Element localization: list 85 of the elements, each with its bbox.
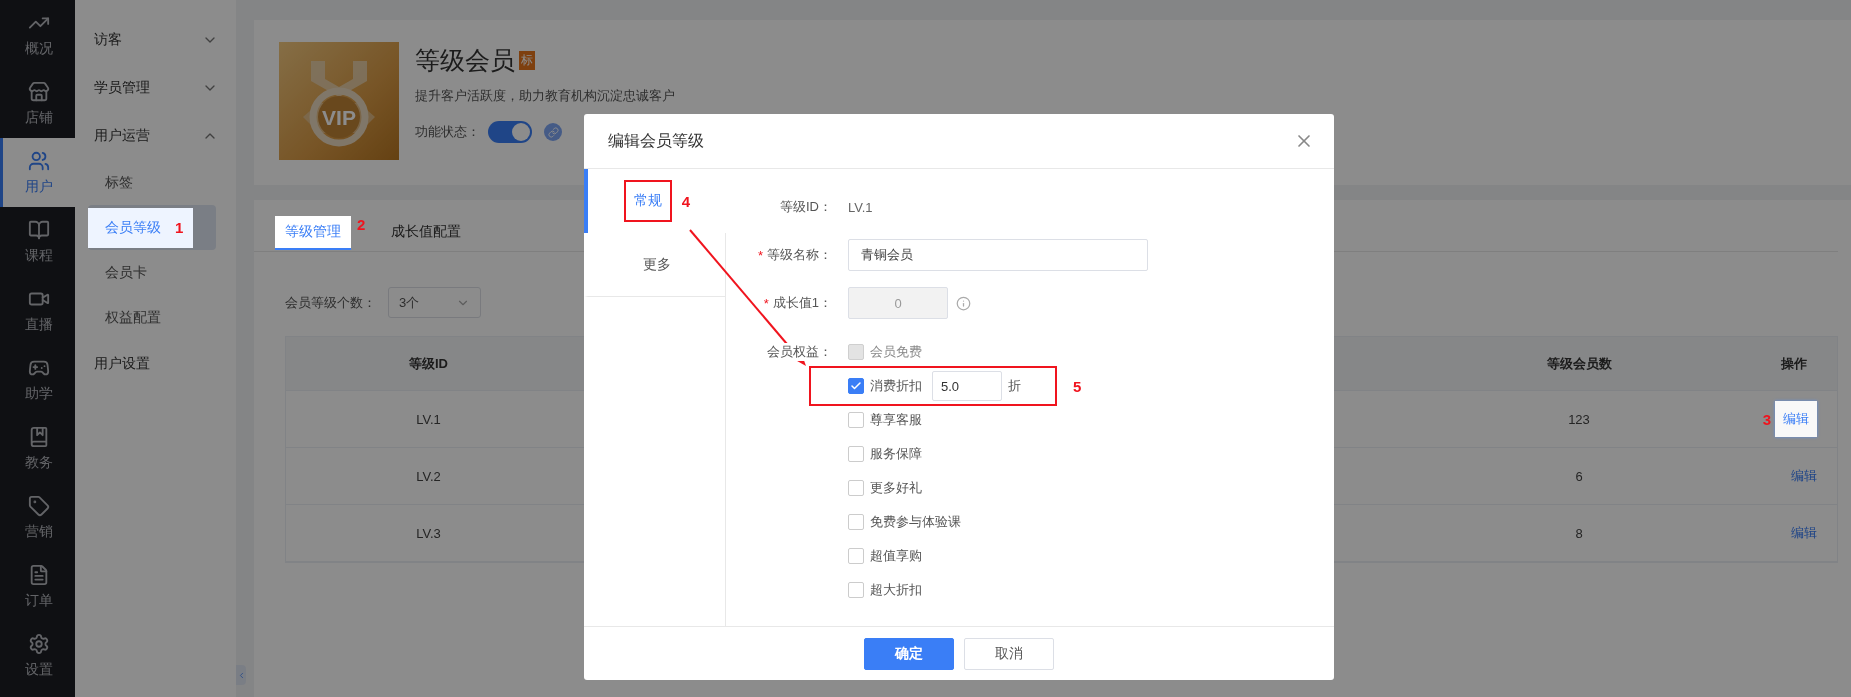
store-icon — [28, 80, 50, 103]
confirm-button[interactable]: 确定 — [864, 637, 954, 670]
page-title: 等级会员 — [415, 45, 515, 76]
standard-badge: 标 — [519, 51, 535, 70]
column-header: 操作 — [1751, 337, 1837, 391]
menu-group[interactable]: 访客 — [75, 16, 236, 64]
checkbox[interactable] — [848, 514, 864, 530]
checkbox-label: 超值享购 — [870, 547, 922, 565]
field-label: 等级名称： — [767, 246, 832, 264]
nav-rail-item[interactable]: 订单 — [0, 552, 75, 621]
info-icon[interactable] — [956, 295, 971, 311]
menu-group[interactable]: 用户设置 — [75, 340, 236, 388]
checkbox-label: 尊享客服 — [870, 411, 922, 429]
table-cell: LV.3 — [286, 505, 571, 562]
checkbox-label: 免费参与体验课 — [870, 513, 961, 531]
annotation-number: 2 — [357, 216, 366, 233]
table-cell: LV.1 — [286, 391, 571, 448]
dialog-tab[interactable]: 常规 — [623, 180, 672, 222]
checkbox[interactable] — [848, 412, 864, 428]
dialog-tab[interactable]: 更多 — [634, 245, 679, 284]
checkbox-label: 服务保障 — [870, 445, 922, 463]
checkbox-label: 会员免费 — [870, 343, 922, 361]
tab[interactable]: 等级管理 — [275, 216, 351, 250]
submenu-item[interactable]: 会员卡 — [88, 252, 157, 293]
checkbox-label: 消费折扣 — [870, 377, 922, 395]
discount-input[interactable]: 5.0 — [932, 371, 1002, 401]
field-value: LV.1 — [848, 199, 873, 215]
checkbox-label: 超大折扣 — [870, 581, 922, 599]
menu-group[interactable]: 用户运营 — [75, 112, 236, 160]
nav-rail-item[interactable]: 直播 — [0, 276, 75, 345]
column-header: 等级会员数 — [1407, 337, 1751, 391]
edit-link[interactable]: 编辑 — [1791, 467, 1817, 485]
nav-rail-item[interactable]: 助学 — [0, 345, 75, 414]
table-cell: 6 — [1407, 448, 1751, 505]
link-icon[interactable] — [544, 123, 562, 141]
nav-rail-item[interactable]: 用户 — [0, 138, 75, 207]
table-cell: LV.2 — [286, 448, 571, 505]
book-icon — [28, 218, 50, 241]
checkbox[interactable] — [848, 548, 864, 564]
nav-rail-item[interactable]: 设置 — [0, 621, 75, 690]
checkbox[interactable] — [848, 480, 864, 496]
checkbox[interactable] — [848, 378, 864, 394]
table-cell: 8 — [1407, 505, 1751, 562]
required-mark: * — [763, 295, 769, 311]
status-label: 功能状态： — [415, 123, 480, 141]
edit-link[interactable]: 编辑 — [1791, 524, 1817, 542]
annotation-number: 5 — [1073, 377, 1082, 395]
annotation-number: 3 — [1762, 410, 1771, 428]
check-icon — [850, 380, 862, 392]
annotation-number: 1 — [175, 219, 184, 236]
submenu-item[interactable]: 权益配置 — [88, 297, 171, 338]
tab[interactable]: 成长值配置 — [381, 216, 472, 250]
users-icon — [28, 149, 50, 172]
submenu-item[interactable]: 标签 — [88, 162, 143, 203]
submenu-item[interactable]: 会员等级 1 — [88, 207, 194, 248]
column-header: 等级ID — [286, 337, 571, 391]
edit-link[interactable]: 编辑 — [1775, 401, 1817, 437]
nav-rail-item[interactable]: 营销 — [0, 483, 75, 552]
gear-icon — [28, 632, 50, 655]
checkbox-label: 更多好礼 — [870, 479, 922, 497]
required-mark: * — [757, 247, 763, 263]
tag-icon — [28, 494, 50, 517]
table-cell: 123 — [1407, 391, 1751, 448]
menu-group[interactable]: 学员管理 — [75, 64, 236, 112]
checkbox[interactable] — [848, 582, 864, 598]
status-toggle[interactable] — [488, 121, 532, 143]
vip-text: VIP — [322, 106, 356, 129]
nav-rail-item[interactable]: 概况 — [0, 0, 75, 69]
annotation-number: 4 — [681, 192, 691, 210]
cancel-button[interactable]: 取消 — [964, 637, 1054, 670]
level-count-label: 会员等级个数： — [285, 293, 376, 312]
collapse-handle[interactable] — [236, 665, 246, 685]
input-field[interactable]: 青铜会员 — [848, 239, 1148, 271]
field-label: 等级ID： — [780, 198, 832, 216]
document-icon — [28, 563, 50, 586]
checkbox[interactable] — [848, 446, 864, 462]
page-description: 提升客户活跃度，助力教育机构沉淀忠诚客户 — [415, 87, 675, 105]
unit-label: 折 — [1008, 377, 1021, 395]
bookmark-book-icon — [28, 425, 50, 448]
field-label: 成长值1： — [772, 294, 832, 312]
level-count-select[interactable]: 3个 — [388, 287, 481, 318]
nav-rail-item[interactable]: 教务 — [0, 414, 75, 483]
nav-rail-item[interactable]: 店铺 — [0, 69, 75, 138]
dialog-title: 编辑会员等级 — [608, 130, 704, 151]
nav-rail-item[interactable]: 课程 — [0, 207, 75, 276]
